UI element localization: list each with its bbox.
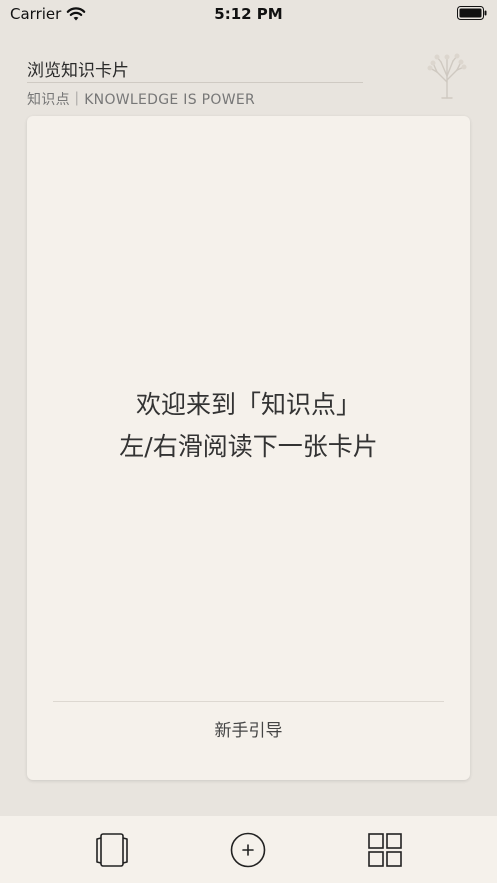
tab-bar	[0, 816, 497, 883]
tree-icon[interactable]	[423, 52, 471, 100]
page-title: 浏览知识卡片	[27, 61, 129, 81]
beginner-guide-link[interactable]: 新手引导	[27, 716, 470, 741]
header-divider	[27, 82, 363, 83]
welcome-line: 欢迎来到「知识点」	[135, 390, 361, 419]
page-subtitle: 知识点｜KNOWLEDGE IS POWER	[27, 92, 256, 108]
add-circle-icon[interactable]	[230, 832, 266, 868]
battery-icon	[457, 6, 487, 20]
grid-icon[interactable]	[367, 832, 403, 868]
swipe-hint-line: 左/右滑阅读下一张卡片	[119, 432, 378, 461]
clock-time: 5:12 PM	[214, 5, 283, 23]
knowledge-card[interactable]: 欢迎来到「知识点」 左/右滑阅读下一张卡片 新手引导	[27, 116, 470, 780]
cards-icon[interactable]	[94, 832, 130, 868]
status-bar: Carrier 5:12 PM	[0, 0, 497, 30]
welcome-message: 欢迎来到「知识点」 左/右滑阅读下一张卡片	[27, 384, 470, 468]
card-divider	[53, 701, 444, 702]
